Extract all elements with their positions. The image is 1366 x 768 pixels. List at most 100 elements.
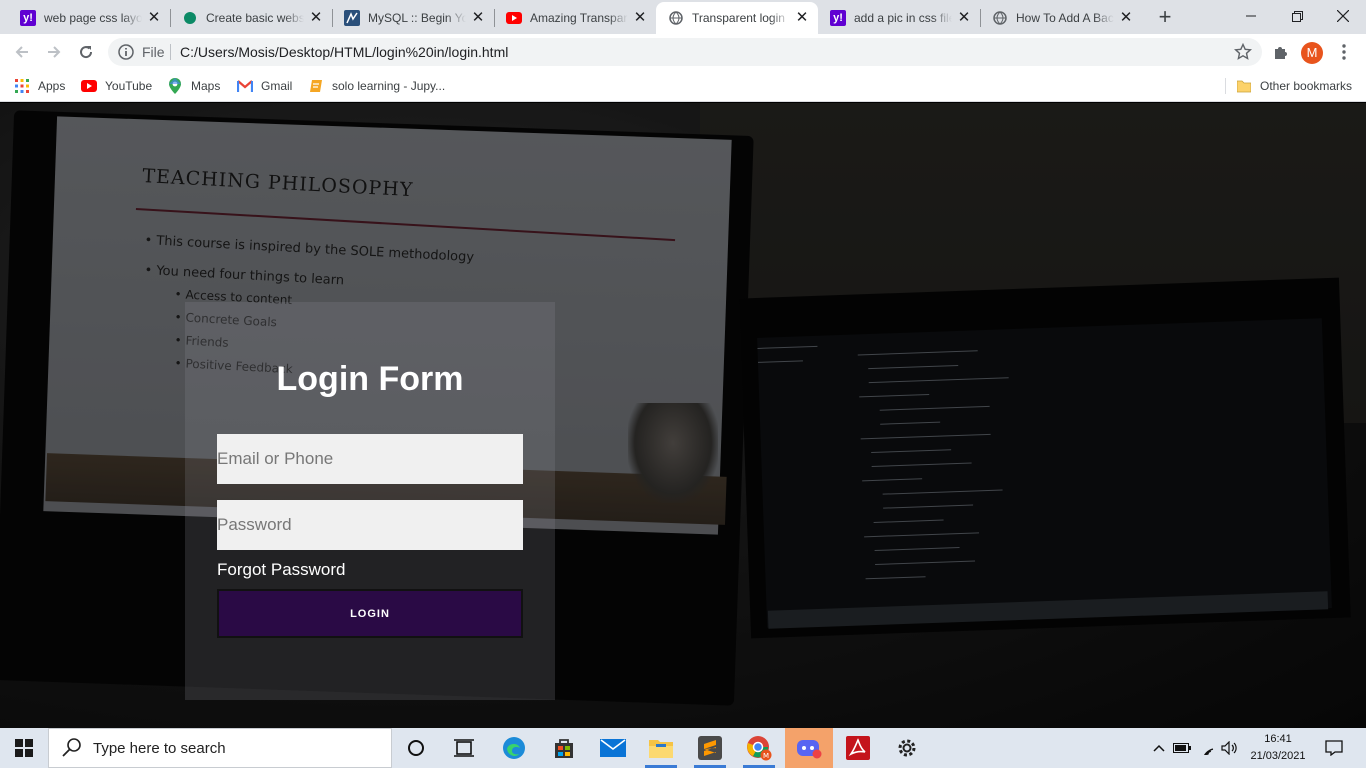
cortana-icon[interactable] <box>400 732 432 764</box>
reload-button[interactable] <box>72 38 100 66</box>
tab-web-page-css-layout[interactable]: y! web page css layout ✕ <box>8 2 170 34</box>
youtube-icon <box>506 10 522 26</box>
bookmark-label: YouTube <box>105 79 153 93</box>
arrow-left-icon <box>15 46 28 58</box>
back-button[interactable] <box>8 38 36 66</box>
browser-tab-strip: y! web page css layout ✕ Create basic we… <box>0 0 1366 34</box>
store-icon[interactable] <box>548 732 580 764</box>
close-icon[interactable]: ✕ <box>470 10 486 26</box>
forgot-password-link[interactable]: Forgot Password <box>217 560 346 580</box>
yahoo-icon: y! <box>830 10 846 26</box>
tab-amazing-transparent[interactable]: Amazing Transparent ✕ <box>494 2 656 34</box>
bookmark-solo-learning[interactable]: solo learning - Jupy... <box>308 76 445 96</box>
extensions-button[interactable] <box>1266 38 1294 66</box>
bookmark-label: solo learning - Jupy... <box>332 79 446 93</box>
plus-icon: + <box>1158 4 1172 29</box>
apps-grid-icon <box>14 78 30 94</box>
volume-icon[interactable] <box>1220 728 1240 768</box>
mysql-icon <box>344 10 360 26</box>
notification-icon[interactable] <box>1320 728 1348 768</box>
email-field[interactable] <box>217 434 523 484</box>
puzzle-icon <box>1275 47 1287 59</box>
tab-title: web page css layout <box>44 11 142 25</box>
discord-icon[interactable] <box>785 728 833 768</box>
clock-time: 16:41 <box>1264 733 1292 745</box>
taskbar-clock[interactable]: 16:41 21/03/2021 <box>1246 731 1310 765</box>
password-field[interactable] <box>217 500 523 550</box>
scheme-label: File <box>142 44 165 60</box>
task-view-icon[interactable] <box>448 732 480 764</box>
close-icon[interactable]: ✕ <box>1118 10 1134 26</box>
acrobat-icon[interactable] <box>842 732 874 764</box>
reload-icon <box>80 46 93 59</box>
menu-button[interactable] <box>1330 38 1358 66</box>
sublime-icon[interactable] <box>694 732 726 764</box>
tab-title: Transparent login <box>692 11 785 25</box>
tab-mysql[interactable]: MySQL :: Begin Your ✕ <box>332 2 494 34</box>
folder-icon <box>1236 78 1252 94</box>
bookmark-label: Other bookmarks <box>1260 79 1353 93</box>
tab-add-pic-css[interactable]: y! add a pic in css file ✕ <box>818 2 980 34</box>
tab-transparent-login[interactable]: Transparent login ✕ <box>656 2 818 34</box>
close-icon[interactable]: ✕ <box>956 10 972 26</box>
arrow-right-icon <box>48 46 61 58</box>
file-explorer-icon[interactable] <box>645 732 677 764</box>
tab-title: How To Add A Backg <box>1016 11 1114 25</box>
bookmark-gmail[interactable]: Gmail <box>237 76 292 96</box>
url-text[interactable]: C:/Users/Mosis/Desktop/HTML/login%20in/l… <box>180 44 508 60</box>
tab-how-to-add-background[interactable]: How To Add A Backg ✕ <box>980 2 1142 34</box>
bookmark-maps[interactable]: Maps <box>167 76 220 96</box>
mail-icon[interactable] <box>597 732 629 764</box>
globe-icon <box>668 10 684 26</box>
info-icon[interactable] <box>118 44 134 60</box>
close-icon[interactable]: ✕ <box>794 10 810 26</box>
tab-create-basic-website[interactable]: Create basic website ✕ <box>170 2 332 34</box>
battery-icon[interactable] <box>1172 728 1192 768</box>
chrome-icon[interactable]: M <box>743 732 775 764</box>
login-button[interactable]: LOGIN <box>217 589 523 638</box>
bookmark-apps[interactable]: Apps <box>14 76 65 96</box>
bookmark-other-bookmarks[interactable]: Other bookmarks <box>1236 76 1352 96</box>
wifi-icon[interactable] <box>1198 728 1218 768</box>
windows-logo-icon <box>15 739 33 757</box>
minimize-icon <box>1246 15 1256 17</box>
edge-icon[interactable] <box>498 732 530 764</box>
chevron-up-icon[interactable] <box>1150 728 1168 768</box>
close-icon[interactable]: ✕ <box>146 10 162 26</box>
search-icon <box>62 738 81 757</box>
restore-icon <box>1291 10 1303 22</box>
globe-icon <box>992 10 1008 26</box>
maps-icon <box>167 78 183 94</box>
start-button[interactable] <box>0 728 48 768</box>
kebab-menu-icon <box>1342 44 1346 60</box>
youtube-icon <box>81 78 97 94</box>
notebook-icon <box>308 78 324 94</box>
bookmark-label: Apps <box>38 79 66 93</box>
bookmark-label: Maps <box>191 79 221 93</box>
minimize-button[interactable] <box>1228 0 1274 32</box>
taskbar-search-placeholder: Type here to search <box>93 739 226 757</box>
restore-button[interactable] <box>1274 0 1320 32</box>
star-icon[interactable] <box>1234 43 1252 61</box>
settings-icon[interactable] <box>891 732 923 764</box>
bookmarks-bar: Apps YouTube Maps Gmail solo learning - … <box>0 70 1366 102</box>
clock-date: 21/03/2021 <box>1250 750 1306 762</box>
windows-taskbar: Type here to search M 16:41 21/03/2021 <box>0 728 1366 768</box>
tab-title: Create basic website <box>206 11 304 25</box>
browser-toolbar: File C:/Users/Mosis/Desktop/HTML/login%2… <box>0 34 1366 70</box>
forward-button[interactable] <box>40 38 68 66</box>
address-bar[interactable]: File C:/Users/Mosis/Desktop/HTML/login%2… <box>108 38 1262 66</box>
profile-avatar[interactable]: M <box>1301 42 1323 64</box>
close-window-button[interactable] <box>1320 0 1366 32</box>
login-form: Login Form Forgot Password LOGIN <box>185 302 555 700</box>
yahoo-icon: y! <box>20 10 36 26</box>
close-icon <box>1337 10 1349 22</box>
close-icon[interactable]: ✕ <box>632 10 648 26</box>
close-icon[interactable]: ✕ <box>308 10 324 26</box>
login-title: Login Form <box>276 360 464 398</box>
bookmark-youtube[interactable]: YouTube <box>81 76 152 96</box>
tab-title: MySQL :: Begin Your <box>368 11 466 25</box>
taskbar-search-box[interactable]: Type here to search <box>48 728 392 768</box>
page-viewport: TEACHING PHILOSOPHY • This course is ins… <box>0 103 1366 728</box>
new-tab-button[interactable]: + <box>1153 6 1177 30</box>
